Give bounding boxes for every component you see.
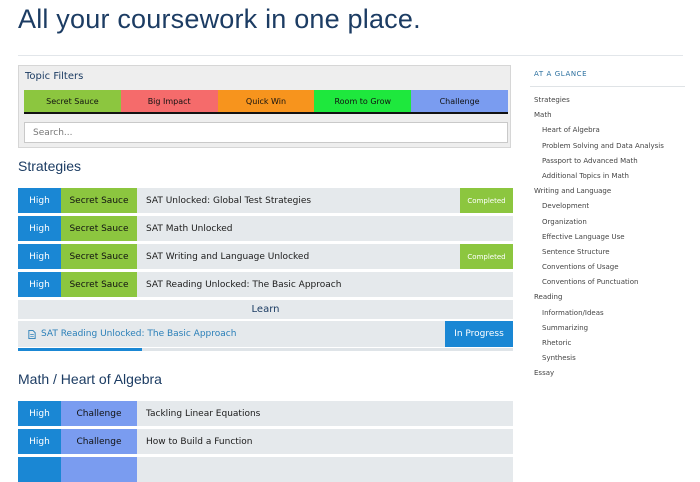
course-title: SAT Math Unlocked [146, 223, 233, 234]
progress-bar [18, 348, 513, 351]
topic-badge: Secret Sauce [61, 244, 137, 269]
topic-badge: Secret Sauce [61, 216, 137, 241]
course-title: SAT Unlocked: Global Test Strategies [146, 195, 312, 206]
sidebar-item-conventions-of-usage[interactable]: Conventions of Usage [530, 260, 685, 275]
filter-chip-room-to-grow[interactable]: Room to Grow [314, 90, 412, 112]
sidebar-item-math[interactable]: Math [530, 108, 685, 123]
topic-badge: Challenge [61, 429, 137, 454]
sidebar-item-information-ideas[interactable]: Information/Ideas [530, 306, 685, 321]
impact-badge: High [18, 216, 61, 241]
sidebar-item-additional-topics-in-math[interactable]: Additional Topics in Math [530, 169, 685, 184]
sidebar-item-effective-language-use[interactable]: Effective Language Use [530, 230, 685, 245]
page-title: All your coursework in one place. [18, 4, 421, 34]
topic-filters-title: Topic Filters [25, 71, 84, 82]
sidebar-item-reading[interactable]: Reading [530, 290, 685, 305]
sidebar-item-passport-to-advanced-math[interactable]: Passport to Advanced Math [530, 154, 685, 169]
sidebar-item-rhetoric[interactable]: Rhetoric [530, 336, 685, 351]
completed-badge: Completed [460, 188, 513, 213]
topic-filters-panel: Topic Filters Secret Sauce Big Impact Qu… [18, 65, 511, 148]
topic-badge: Challenge [61, 401, 137, 426]
completed-badge: Completed [460, 244, 513, 269]
at-a-glance-sidebar: AT A GLANCE Strategies Math Heart of Algeb… [530, 64, 685, 461]
course-row[interactable]: High Secret Sauce SAT Reading Unlocked: … [18, 272, 513, 297]
topic-filter-chips: Secret Sauce Big Impact Quick Win Room t… [24, 90, 508, 114]
title-divider [18, 55, 683, 56]
sidebar-item-sentence-structure[interactable]: Sentence Structure [530, 245, 685, 260]
impact-badge: High [18, 188, 61, 213]
sidebar-item-strategies[interactable]: Strategies [530, 93, 685, 108]
sidebar-item-summarizing[interactable]: Summarizing [530, 321, 685, 336]
course-row[interactable]: High Secret Sauce SAT Unlocked: Global T… [18, 188, 513, 213]
topic-badge: Secret Sauce [61, 188, 137, 213]
section-title-math: Math / Heart of Algebra [18, 371, 162, 387]
course-title: SAT Writing and Language Unlocked [146, 251, 310, 262]
sidebar-item-essay[interactable]: Essay [530, 366, 685, 381]
course-title: SAT Reading Unlocked: The Basic Approach [146, 279, 342, 290]
learn-header: Learn [18, 300, 513, 319]
course-row[interactable]: High Challenge Tackling Linear Equations [18, 401, 513, 426]
course-row[interactable]: High Challenge How to Build a Function [18, 429, 513, 454]
sidebar-heading: AT A GLANCE [534, 70, 588, 78]
impact-badge: High [18, 401, 61, 426]
filter-chip-quick-win[interactable]: Quick Win [217, 90, 315, 112]
learn-item-title[interactable]: SAT Reading Unlocked: The Basic Approach [41, 329, 236, 339]
document-icon [28, 329, 36, 339]
impact-badge: High [18, 244, 61, 269]
sidebar-item-organization[interactable]: Organization [530, 215, 685, 230]
sidebar-item-development[interactable]: Development [530, 199, 685, 214]
impact-badge: High [18, 429, 61, 454]
course-title: Tackling Linear Equations [146, 408, 261, 419]
filter-chip-secret-sauce[interactable]: Secret Sauce [24, 90, 121, 112]
sidebar-divider [530, 86, 685, 87]
search-input[interactable] [24, 122, 508, 143]
sidebar-item-synthesis[interactable]: Synthesis [530, 351, 685, 366]
sidebar-item-conventions-of-punctuation[interactable]: Conventions of Punctuation [530, 275, 685, 290]
topic-badge: Secret Sauce [61, 272, 137, 297]
progress-bar-fill [18, 348, 142, 351]
sidebar-item-problem-solving-and-data-analysis[interactable]: Problem Solving and Data Analysis [530, 139, 685, 154]
sidebar-item-heart-of-algebra[interactable]: Heart of Algebra [530, 123, 685, 138]
section-title-strategies: Strategies [18, 158, 82, 174]
sidebar-item-writing-and-language[interactable]: Writing and Language [530, 184, 685, 199]
in-progress-badge: In Progress [445, 321, 513, 347]
filter-chip-challenge[interactable]: Challenge [411, 90, 508, 112]
learn-item[interactable]: SAT Reading Unlocked: The Basic Approach… [18, 321, 513, 347]
course-row[interactable]: High Secret Sauce SAT Writing and Langua… [18, 244, 513, 269]
sidebar-list: Strategies Math Heart of Algebra Problem So… [530, 93, 685, 382]
impact-badge: High [18, 272, 61, 297]
course-row[interactable]: High Secret Sauce SAT Math Unlocked [18, 216, 513, 241]
course-title: How to Build a Function [146, 436, 253, 447]
filter-chip-big-impact[interactable]: Big Impact [120, 90, 218, 112]
